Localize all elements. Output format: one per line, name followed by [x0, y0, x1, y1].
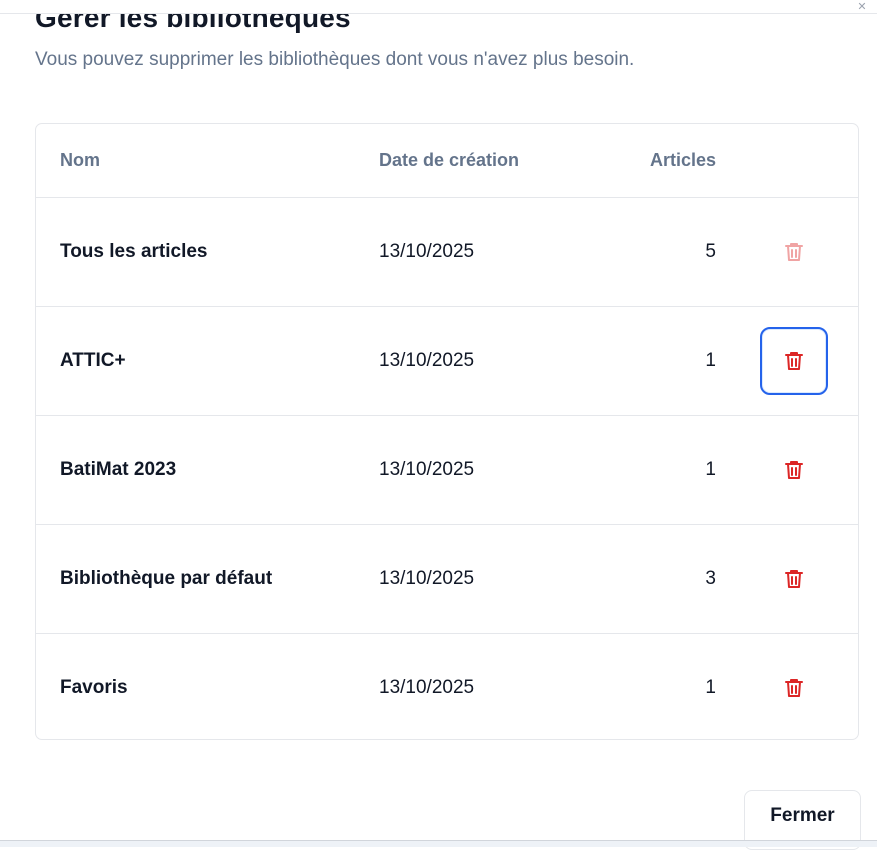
library-article-count: 1: [705, 350, 716, 371]
trash-icon: [785, 570, 803, 588]
table-header-row: Nom Date de création Articles: [36, 124, 858, 197]
library-name: ATTIC+: [60, 350, 126, 371]
delete-library-button[interactable]: [760, 654, 828, 722]
trash-icon: [785, 243, 803, 261]
library-created-date: 13/10/2025: [379, 568, 475, 589]
table-row-tous-les-articles: Tous les articles 13/10/2025 5: [36, 197, 858, 306]
library-article-count: 3: [705, 568, 716, 589]
trash-icon: [785, 679, 803, 697]
library-actions: [760, 198, 828, 306]
table-row-attic-plus: ATTIC+ 13/10/2025 1: [36, 306, 858, 415]
column-header-created: Date de création: [379, 150, 520, 170]
table-row-batimat-2023: BatiMat 2023 13/10/2025 1: [36, 415, 858, 524]
delete-library-button-disabled: [760, 218, 828, 286]
trash-icon: [785, 352, 803, 370]
library-created-date: 13/10/2025: [379, 350, 475, 371]
library-name: Tous les articles: [60, 241, 208, 262]
library-actions: [760, 307, 828, 415]
delete-library-button[interactable]: [760, 327, 828, 395]
library-name: BatiMat 2023: [60, 459, 177, 480]
dialog-subtitle: Vous pouvez supprimer les bibliothèques …: [35, 49, 635, 70]
library-article-count: 5: [705, 241, 716, 262]
table-row-favoris: Favoris 13/10/2025 1: [36, 633, 858, 739]
column-header-name: Nom: [60, 150, 100, 170]
libraries-table: Nom Date de création Articles Tous les a…: [35, 123, 859, 740]
library-actions: [760, 634, 828, 739]
library-created-date: 13/10/2025: [379, 241, 475, 262]
library-created-date: 13/10/2025: [379, 677, 475, 698]
library-created-date: 13/10/2025: [379, 459, 475, 480]
close-icon[interactable]: ✕: [853, 2, 871, 12]
delete-library-button[interactable]: [760, 436, 828, 504]
bottom-edge: [0, 840, 877, 847]
dialog-top-edge: [0, 0, 877, 14]
column-header-actions: [760, 124, 828, 197]
library-actions: [760, 416, 828, 524]
library-actions: [760, 525, 828, 633]
table-row-bibliotheque-par-defaut: Bibliothèque par défaut 13/10/2025 3: [36, 524, 858, 633]
library-name: Bibliothèque par défaut: [60, 568, 273, 589]
column-header-articles: Articles: [649, 150, 716, 170]
delete-library-button[interactable]: [760, 545, 828, 613]
library-article-count: 1: [705, 459, 716, 480]
trash-icon: [785, 461, 803, 479]
library-article-count: 1: [705, 677, 716, 698]
library-name: Favoris: [60, 677, 128, 698]
